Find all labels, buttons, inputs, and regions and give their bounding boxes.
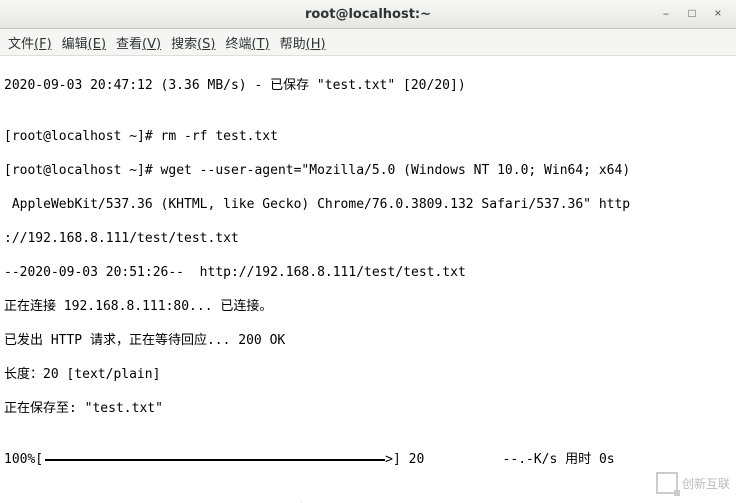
menu-edit[interactable]: 编辑(E) bbox=[62, 33, 106, 52]
terminal[interactable]: 2020-09-03 20:47:12 (3.36 MB/s) - 已保存 "t… bbox=[0, 56, 736, 503]
menubar: 文件(F) 编辑(E) 查看(V) 搜索(S) 终端(T) 帮助(H) bbox=[0, 29, 736, 56]
command: wget --user-agent="Mozilla/5.0 (Windows … bbox=[161, 163, 631, 178]
minimize-button[interactable]: – bbox=[658, 6, 674, 22]
term-line: 正在连接 192.168.8.111:80... 已连接。 bbox=[4, 298, 732, 315]
progress-right: ] 20 --.-K/s 用时 0s bbox=[393, 451, 615, 468]
prompt: [root@localhost ~]# bbox=[4, 129, 161, 144]
progress-left: 100%[ bbox=[4, 451, 43, 468]
term-line: 正在保存至: "test.txt" bbox=[4, 400, 732, 417]
term-line: [root@localhost ~]# wget --user-agent="M… bbox=[4, 162, 732, 179]
menu-view[interactable]: 查看(V) bbox=[116, 33, 161, 52]
menu-search[interactable]: 搜索(S) bbox=[171, 33, 215, 52]
prompt: [root@localhost ~]# bbox=[4, 163, 161, 178]
progress-bar bbox=[45, 459, 385, 461]
term-line: --2020-09-03 20:51:26-- http://192.168.8… bbox=[4, 264, 732, 281]
window-title: root@localhost:~ bbox=[0, 7, 736, 22]
term-line: 2020-09-03 20:47:12 (3.36 MB/s) - 已保存 "t… bbox=[4, 77, 732, 94]
term-line: ://192.168.8.111/test/test.txt bbox=[4, 230, 732, 247]
menu-help[interactable]: 帮助(H) bbox=[280, 33, 326, 52]
progress-arrow-icon: > bbox=[385, 451, 393, 468]
progress-line: 100%[ >] 20 --.-K/s 用时 0s bbox=[4, 451, 732, 468]
window-controls: – □ × bbox=[658, 0, 730, 28]
menu-file[interactable]: 文件(F) bbox=[8, 33, 52, 52]
term-line: 已发出 HTTP 请求，正在等待回应... 200 OK bbox=[4, 332, 732, 349]
titlebar: root@localhost:~ – □ × bbox=[0, 0, 736, 29]
command: rm -rf test.txt bbox=[161, 129, 278, 144]
term-line: [root@localhost ~]# rm -rf test.txt bbox=[4, 128, 732, 145]
term-line: AppleWebKit/537.36 (KHTML, like Gecko) C… bbox=[4, 196, 732, 213]
term-line: 长度：20 [text/plain] bbox=[4, 366, 732, 383]
maximize-button[interactable]: □ bbox=[684, 6, 700, 22]
menu-term[interactable]: 终端(T) bbox=[226, 33, 270, 52]
close-button[interactable]: × bbox=[710, 6, 726, 22]
